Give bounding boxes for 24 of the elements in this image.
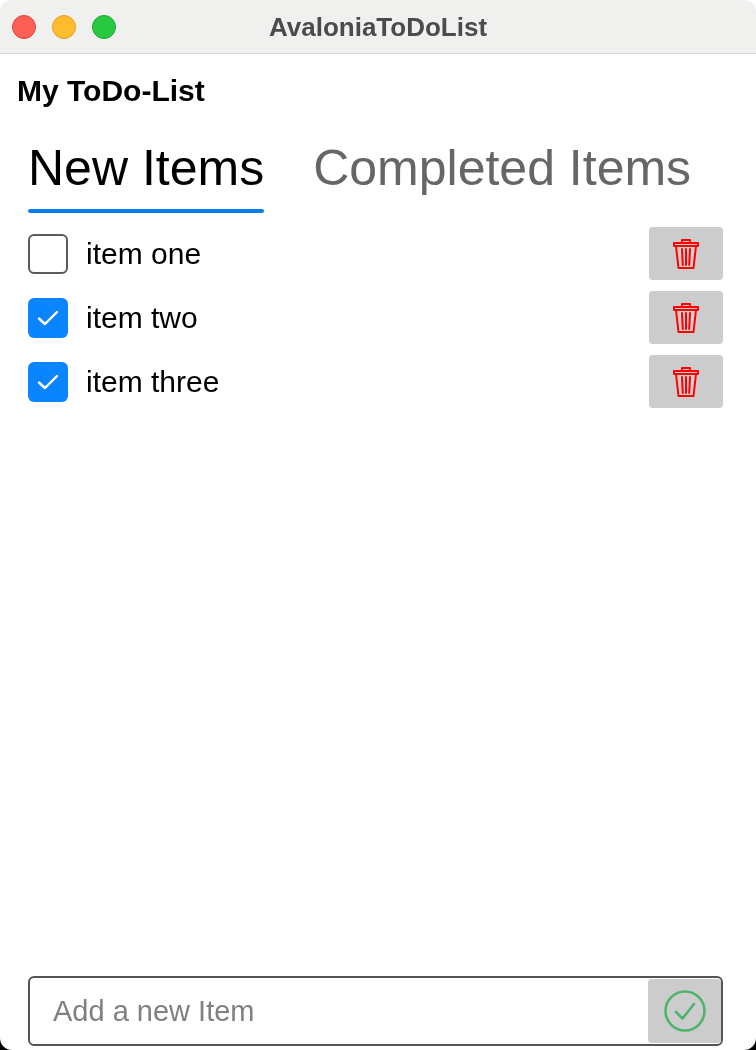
- window-title: AvaloniaToDoList: [268, 13, 488, 40]
- item-label: item two: [86, 302, 198, 333]
- checkbox[interactable]: [28, 361, 68, 402]
- window-close-button[interactable]: [12, 14, 36, 39]
- checkbox[interactable]: [28, 233, 68, 274]
- delete-button[interactable]: [649, 291, 723, 344]
- delete-button[interactable]: [649, 227, 723, 280]
- submit-button[interactable]: [648, 979, 721, 1043]
- item-label: item one: [86, 238, 202, 269]
- check-circle-icon: [663, 990, 706, 1032]
- new-item-field[interactable]: Add a new Item: [28, 976, 723, 1046]
- checkbox[interactable]: [28, 297, 68, 338]
- window-zoom-button[interactable]: [92, 14, 116, 39]
- window-minimize-button[interactable]: [52, 14, 76, 39]
- item-label: item three: [86, 366, 220, 397]
- trash-icon: [672, 301, 700, 334]
- checkmark-icon: [37, 309, 59, 326]
- tab[interactable]: New Items: [28, 140, 265, 213]
- tab[interactable]: Completed Items: [313, 140, 692, 213]
- page-heading: My ToDo-List: [17, 73, 205, 109]
- checkmark-icon: [37, 373, 59, 390]
- trash-icon: [672, 365, 700, 398]
- delete-button[interactable]: [649, 355, 723, 408]
- trash-icon: [672, 237, 700, 270]
